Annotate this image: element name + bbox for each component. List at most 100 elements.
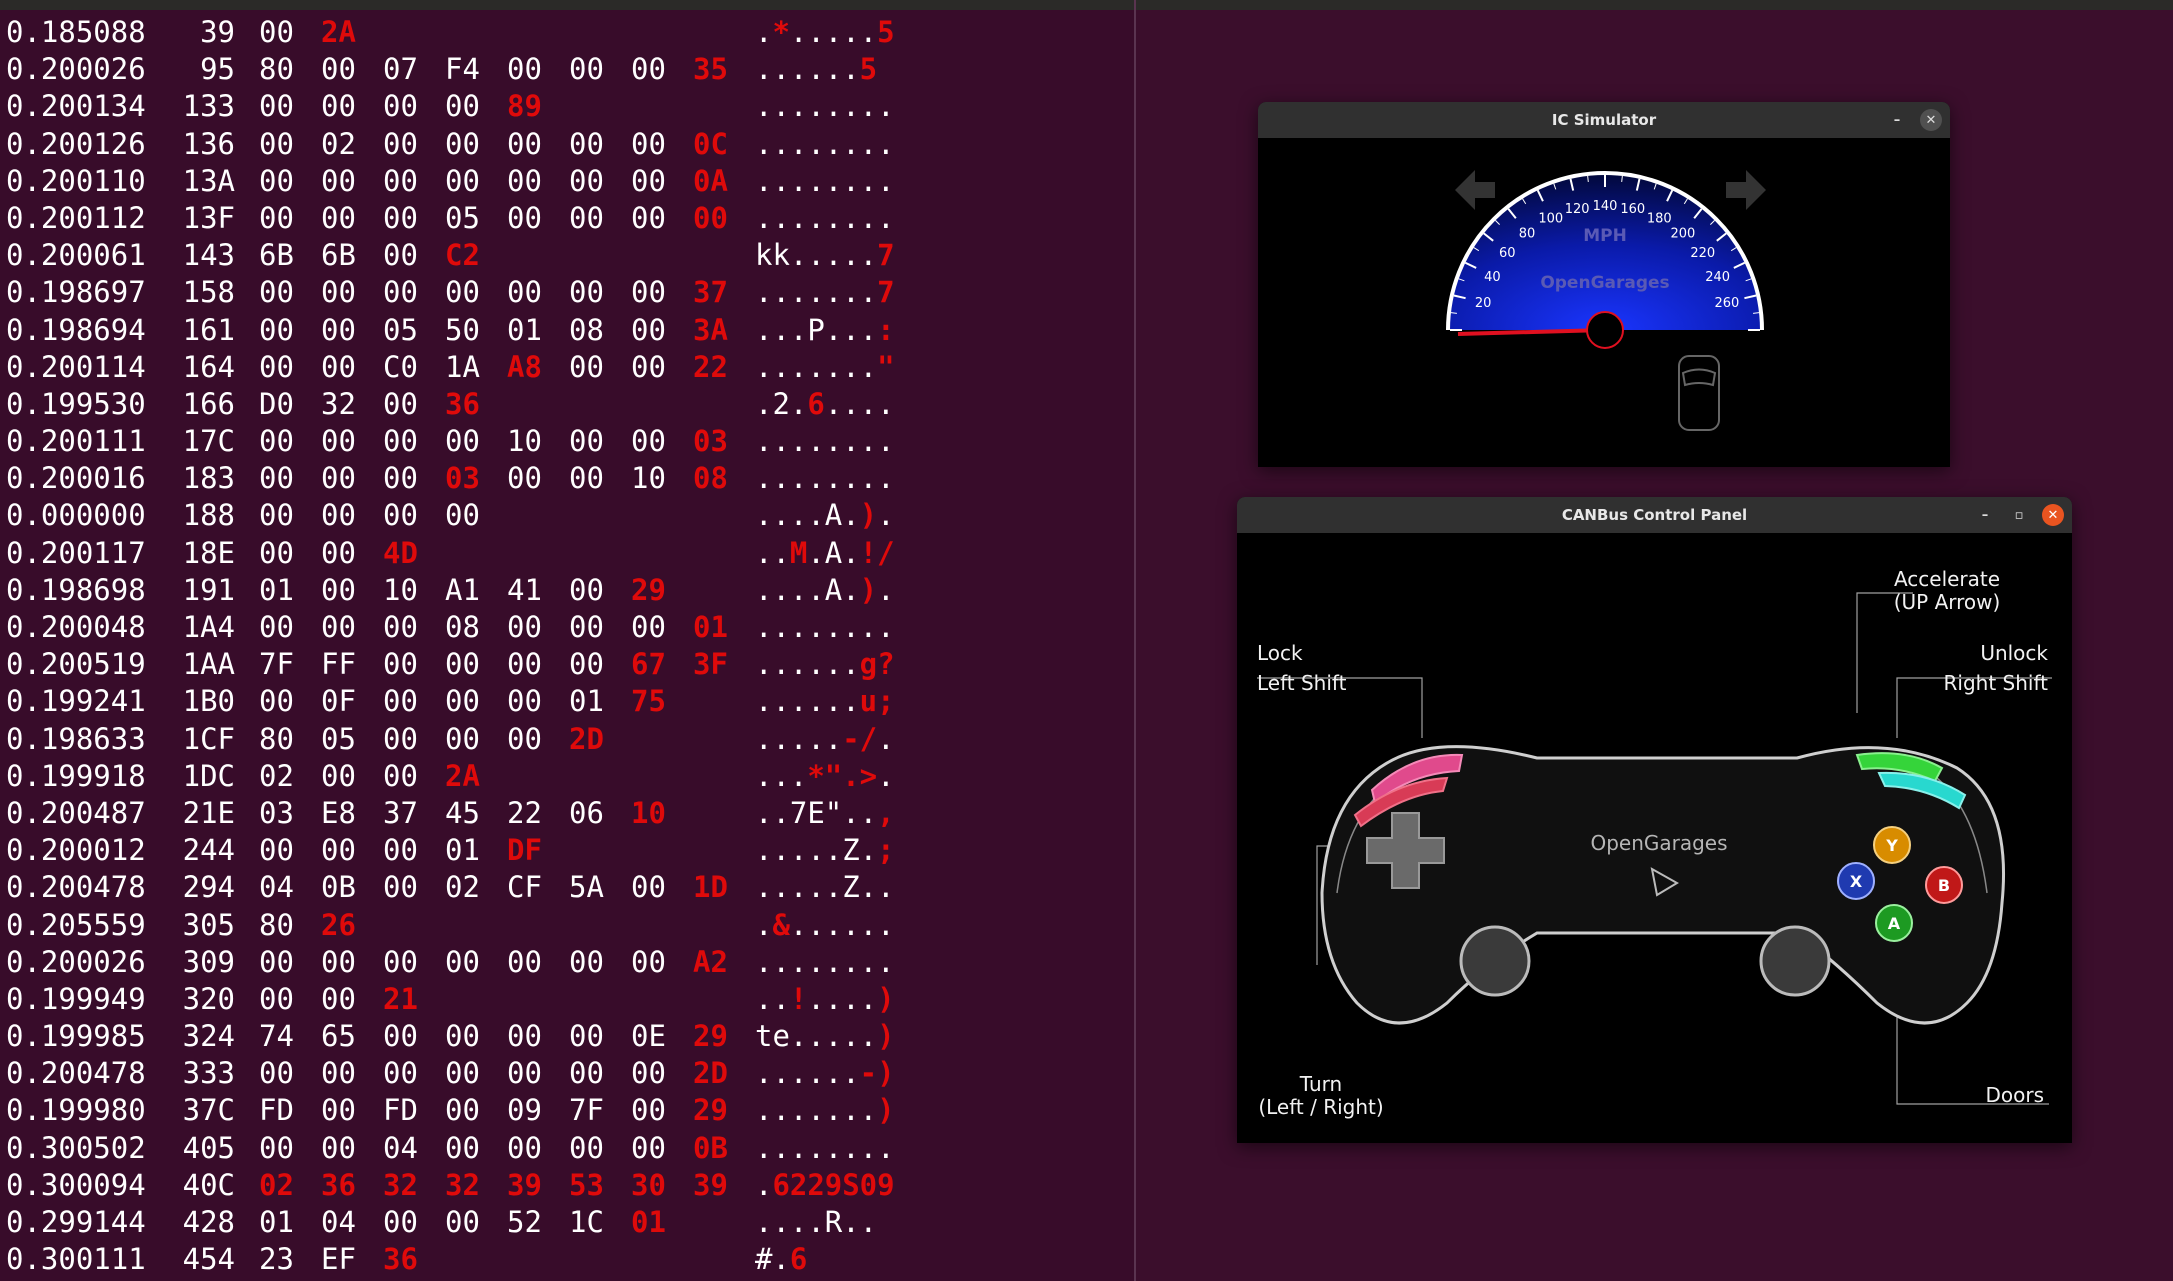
- data-byte: 01: [507, 312, 542, 347]
- data-byte: 00: [321, 275, 356, 310]
- frame-ascii: .......7: [755, 275, 895, 310]
- frame-arbitration-id: 158: [182, 275, 235, 310]
- speedometer-tick-label: 100: [1538, 211, 1563, 226]
- frame-arbitration-id: 133: [182, 89, 235, 124]
- can-frame-row: 0.199918 1DC 02 00 00 2A ...*".>.: [6, 758, 895, 795]
- data-byte: 00: [383, 758, 418, 793]
- frame-ascii: kk.....7: [755, 238, 895, 273]
- data-byte: 00: [321, 1093, 356, 1128]
- frame-ascii: .......): [755, 1093, 895, 1128]
- data-byte: 00: [321, 1056, 356, 1091]
- data-byte: 32: [383, 1167, 418, 1202]
- left-stick-icon[interactable]: [1459, 925, 1531, 997]
- data-byte: 00: [321, 1130, 356, 1165]
- lock-key-label: Left Shift: [1257, 671, 1347, 695]
- frame-arbitration-id: 454: [182, 1242, 235, 1277]
- data-byte: 00: [321, 833, 356, 868]
- can-sniffer-terminal[interactable]: 0.185088 39 00 2A .*.....5 0.200026 95 80 00 07 F4…: [0, 0, 1134, 1281]
- can-frame-row: 0.200061 143 6B 6B 00 C2 kk.....7: [6, 237, 895, 274]
- data-byte: 75: [631, 684, 666, 719]
- data-byte: 00: [259, 312, 294, 347]
- data-byte: 2A: [321, 15, 356, 49]
- data-byte: 00: [383, 684, 418, 719]
- frame-timestamp: 0.199530: [6, 386, 146, 421]
- data-byte: 29: [693, 1019, 728, 1054]
- minimize-button[interactable]: –: [1886, 109, 1908, 131]
- frame-arbitration-id: 188: [182, 498, 235, 533]
- terminal-top-bar: [0, 0, 1134, 10]
- data-byte: 00: [445, 944, 480, 979]
- ic-simulator-titlebar[interactable]: IC Simulator – ✕: [1258, 102, 1950, 138]
- data-byte: 00: [321, 52, 356, 87]
- frame-data-bytes: 00 02 00 00 00 00 00 0C: [259, 126, 755, 163]
- right-stick-icon[interactable]: [1759, 925, 1831, 997]
- data-byte: 00: [321, 163, 356, 198]
- data-byte: 00: [445, 424, 480, 459]
- ic-simulator-window[interactable]: IC Simulator – ✕ 20 40 60 80 100 120 140 160 180…: [1258, 102, 1950, 467]
- data-byte: 00: [631, 200, 666, 235]
- frame-data-bytes: 00 00 00 00 00 00 00 37: [259, 274, 755, 311]
- frame-timestamp: 0.199241: [6, 684, 146, 719]
- data-byte: 00: [569, 275, 604, 310]
- data-byte: 7F: [259, 647, 294, 682]
- data-byte: 01: [631, 1205, 666, 1239]
- frame-arbitration-id: 13F: [182, 200, 235, 235]
- data-byte: 53: [569, 1167, 604, 1202]
- frame-arbitration-id: 1B0: [182, 684, 235, 719]
- window-title: CANBus Control Panel: [1561, 506, 1748, 524]
- close-button[interactable]: ✕: [1920, 109, 1942, 131]
- data-byte: 00: [383, 163, 418, 198]
- data-byte: 03: [259, 795, 294, 830]
- lock-label: Lock: [1257, 641, 1303, 665]
- can-frame-row: 0.185088 39 00 2A .*.....5: [6, 14, 895, 51]
- data-byte: 00: [445, 721, 480, 756]
- data-byte: 00: [445, 163, 480, 198]
- data-byte: A8: [507, 349, 542, 384]
- minimize-button[interactable]: –: [1974, 504, 1996, 526]
- data-byte: 00: [445, 1205, 480, 1239]
- speed-unit-label: MPH: [1583, 226, 1627, 246]
- frame-arbitration-id: 1CF: [182, 721, 235, 756]
- data-byte: 00: [631, 163, 666, 198]
- data-byte: 00: [383, 238, 418, 273]
- frame-timestamp: 0.198633: [6, 721, 146, 756]
- maximize-button[interactable]: ▫: [2008, 504, 2030, 526]
- data-byte: 00: [383, 126, 418, 161]
- speedometer-tick-label: 260: [1714, 296, 1739, 311]
- data-byte: 2D: [569, 721, 604, 756]
- can-frame-row: 0.200110 13A 00 00 00 00 00 00 00 0A........: [6, 163, 895, 200]
- frame-ascii: ........: [755, 944, 895, 979]
- canbus-control-panel-window[interactable]: CANBus Control Panel – ▫ ✕ Y X B A OpenG…: [1237, 497, 2072, 1143]
- data-byte: 6B: [259, 238, 294, 273]
- frame-arbitration-id: 166: [182, 386, 235, 421]
- data-byte: 00: [569, 647, 604, 682]
- frame-arbitration-id: 1A4: [182, 610, 235, 644]
- frame-data-bytes: 00 00 00 00: [259, 497, 755, 534]
- data-byte: 00: [259, 535, 294, 570]
- frame-data-bytes: 80 00 07 F4 00 00 00 35: [259, 51, 755, 88]
- data-byte: 29: [693, 1093, 728, 1128]
- frame-data-bytes: 74 65 00 00 00 00 0E 29: [259, 1018, 755, 1055]
- frame-ascii: #.6: [755, 1242, 808, 1277]
- can-frame-row: 0.200048 1A4 00 00 00 08 00 00 00 01........: [6, 609, 895, 646]
- frame-data-bytes: 00 00 00 00 10 00 00 03: [259, 423, 755, 460]
- frame-data-bytes: 01 00 10 A1 41 00 29: [259, 572, 755, 609]
- data-byte: 00: [507, 1130, 542, 1165]
- gamepad-canvas[interactable]: Y X B A OpenGarages Lock Left Shift Acce…: [1237, 533, 2072, 1143]
- data-byte: 0F: [321, 684, 356, 719]
- frame-timestamp: 0.199980: [6, 1093, 146, 1128]
- data-byte: 00: [631, 52, 666, 87]
- frame-arbitration-id: 143: [182, 238, 235, 273]
- frame-ascii: ...*".>.: [755, 758, 895, 793]
- control-panel-titlebar[interactable]: CANBus Control Panel – ▫ ✕: [1237, 497, 2072, 533]
- frame-ascii: .2.6....: [755, 386, 895, 421]
- data-byte: 00: [445, 498, 480, 533]
- data-byte: 22: [507, 795, 542, 830]
- frame-timestamp: 0.198697: [6, 275, 146, 310]
- close-button[interactable]: ✕: [2042, 504, 2064, 526]
- data-byte: 67: [631, 647, 666, 682]
- data-byte: 29: [631, 572, 666, 607]
- speedometer-tick-label: 180: [1647, 211, 1672, 226]
- data-byte: 0B: [321, 870, 356, 905]
- data-byte: 07: [383, 52, 418, 87]
